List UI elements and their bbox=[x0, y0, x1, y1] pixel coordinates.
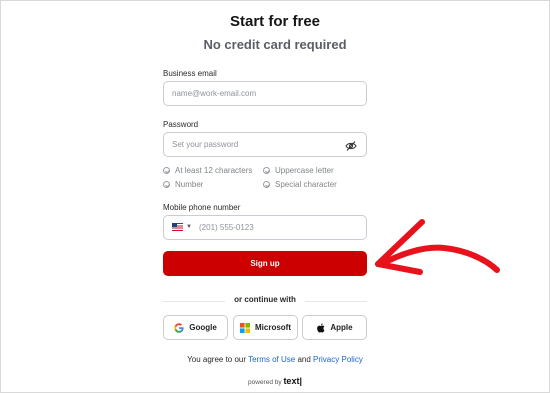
us-flag-icon bbox=[172, 223, 183, 231]
check-circle-icon bbox=[263, 181, 270, 188]
country-selector[interactable]: ▼ bbox=[172, 223, 192, 231]
microsoft-button[interactable]: Microsoft bbox=[233, 315, 298, 340]
phone-field-box: ▼ bbox=[163, 215, 367, 240]
agreement-text: You agree to our Terms of Use and Privac… bbox=[187, 355, 363, 364]
check-circle-icon bbox=[163, 167, 170, 174]
signup-button[interactable]: Sign up bbox=[163, 251, 367, 276]
red-hand-drawn-arrow-icon bbox=[375, 219, 500, 275]
email-field[interactable] bbox=[164, 82, 342, 105]
requirement-item: Number bbox=[163, 180, 203, 189]
check-circle-icon bbox=[163, 181, 170, 188]
divider-text: or continue with bbox=[234, 295, 296, 304]
page-title: Start for free bbox=[229, 13, 321, 30]
requirement-item: Special character bbox=[263, 180, 337, 189]
apple-button[interactable]: Apple bbox=[302, 315, 367, 340]
requirement-item: At least 12 characters bbox=[163, 166, 252, 175]
email-field-box bbox=[163, 81, 367, 106]
apple-icon bbox=[316, 323, 325, 333]
google-button[interactable]: Google bbox=[163, 315, 228, 340]
page-subtitle: No credit card required bbox=[203, 37, 347, 52]
password-field[interactable] bbox=[164, 133, 342, 156]
divider: or continue with bbox=[163, 295, 367, 307]
phone-field[interactable] bbox=[191, 216, 349, 239]
email-label: Business email bbox=[163, 69, 217, 78]
eye-slash-icon[interactable] bbox=[345, 139, 357, 151]
check-circle-icon bbox=[263, 167, 270, 174]
terms-link[interactable]: Terms of Use bbox=[248, 355, 295, 364]
microsoft-icon bbox=[240, 322, 250, 333]
google-icon bbox=[174, 322, 184, 333]
privacy-link[interactable]: Privacy Policy bbox=[313, 355, 363, 364]
brand-logo: text| bbox=[283, 376, 302, 386]
password-label: Password bbox=[163, 120, 199, 129]
password-field-box bbox=[163, 132, 367, 157]
powered-by: powered by text| bbox=[248, 376, 302, 386]
phone-label: Mobile phone number bbox=[163, 203, 241, 212]
requirement-item: Uppercase letter bbox=[263, 166, 334, 175]
